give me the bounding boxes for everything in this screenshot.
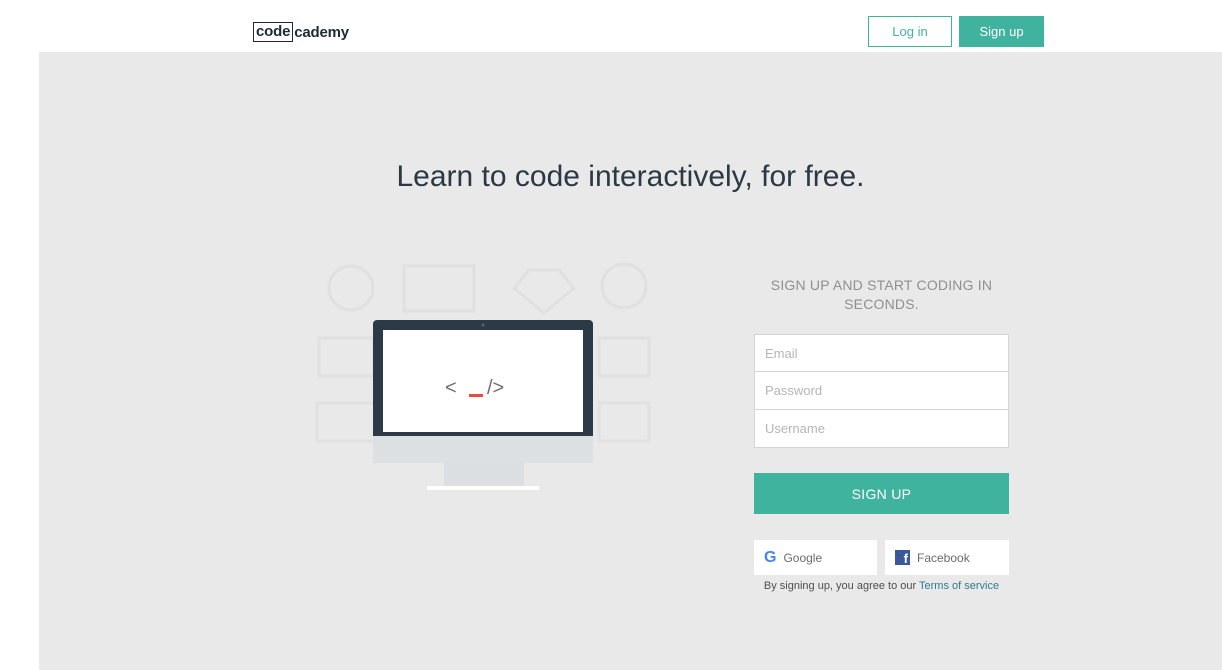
code-close-bracket: />: [487, 377, 504, 399]
google-icon: G: [764, 548, 777, 566]
top-navbar: code cademy Log in Sign up: [39, 0, 1222, 52]
facebook-label: Facebook: [917, 550, 970, 565]
google-signup-button[interactable]: G Google: [754, 540, 877, 575]
computer-illustration: < />: [315, 262, 651, 490]
facebook-signup-button[interactable]: f Facebook: [885, 540, 1009, 575]
card-bg-icon: [317, 336, 376, 378]
cursor-mark: [469, 394, 483, 397]
card3-bg-icon: [315, 401, 379, 443]
logo-rest-text: cademy: [294, 23, 349, 41]
facebook-icon: f: [895, 550, 910, 565]
code-open-bracket: <: [445, 377, 457, 399]
password-field[interactable]: [754, 372, 1009, 410]
card2-bg-icon: [597, 336, 651, 378]
gem-bg-icon: [511, 268, 577, 315]
signup-submit-button[interactable]: SIGN UP: [754, 473, 1009, 514]
username-field[interactable]: [754, 410, 1009, 448]
browser-bg-icon: [402, 264, 476, 313]
google-label: Google: [783, 550, 823, 565]
flask-bg-icon: [600, 262, 648, 310]
monitor-icon: < />: [373, 320, 593, 490]
card4-bg-icon: [597, 401, 651, 443]
page-body: code cademy Log in Sign up Learn to code …: [39, 0, 1222, 670]
hero-title: Learn to code interactively, for free.: [396, 160, 865, 194]
terms-notice: By signing up, you agree to our Terms of…: [739, 580, 1024, 592]
terms-prefix: By signing up, you agree to our: [763, 580, 920, 592]
puzzle-bg-icon: [327, 264, 375, 312]
signup-heading: SIGN UP AND START CODING IN SECONDS.: [754, 276, 1009, 314]
codecademy-logo[interactable]: code cademy: [253, 21, 349, 43]
login-button[interactable]: Log in: [868, 16, 952, 47]
logo-box-text: code: [253, 22, 294, 42]
signup-form: [754, 334, 1009, 448]
terms-of-service-link[interactable]: Terms of service: [919, 580, 999, 592]
signup-nav-button[interactable]: Sign up: [959, 16, 1044, 47]
signup-heading-line2: SECONDS.: [844, 296, 919, 312]
email-field[interactable]: [754, 334, 1009, 372]
signup-heading-line1: SIGN UP AND START CODING IN: [770, 277, 993, 293]
